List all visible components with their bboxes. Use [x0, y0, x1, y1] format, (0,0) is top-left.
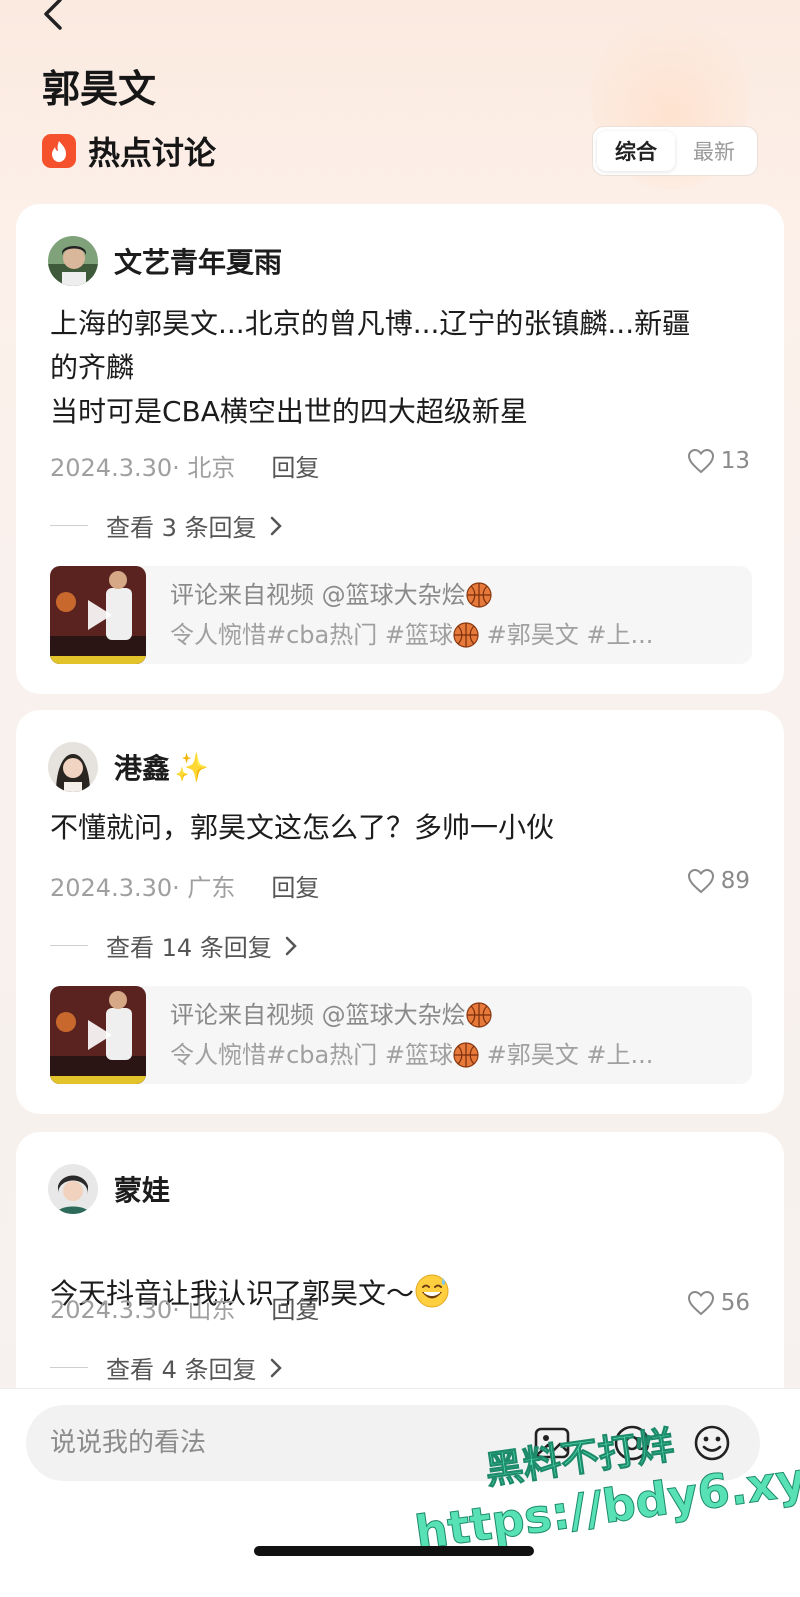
date-location: 2024.3.30· 广东 [50, 874, 236, 902]
avatar[interactable] [48, 236, 98, 286]
heart-icon [687, 1290, 714, 1316]
video-source: 评论来自视频 @篮球大杂烩 [170, 575, 653, 615]
comment-user: 文艺青年夏雨 [48, 236, 282, 286]
video-info: 评论来自视频 @篮球大杂烩 令人惋惜#cba热门 #篮球 #郭昊文 #上... [170, 575, 653, 655]
video-thumbnail [50, 986, 146, 1084]
comment-input-bar [0, 1388, 800, 1597]
video-source-box[interactable]: 评论来自视频 @篮球大杂烩 令人惋惜#cba热门 #篮球 #郭昊文 #上... [50, 566, 752, 664]
chevron-right-icon [285, 936, 297, 955]
chevron-right-icon [270, 1358, 282, 1377]
date-location: 2024.3.30· 山东 [50, 1296, 236, 1324]
comment-input[interactable] [50, 1405, 520, 1481]
video-thumbnail [50, 566, 146, 664]
view-replies-button[interactable]: 查看 3 条回复 [50, 508, 283, 543]
avatar[interactable] [48, 1164, 98, 1214]
basketball-icon [453, 622, 479, 648]
smile-icon[interactable] [692, 1423, 732, 1463]
chevron-left-icon [44, 0, 62, 30]
username[interactable]: 港鑫 [114, 747, 170, 787]
like-count: 89 [720, 868, 750, 894]
video-tags: 令人惋惜#cba热门 #篮球 #郭昊文 #上... [170, 1041, 654, 1069]
comment-user: 港鑫 ✨ [48, 742, 209, 792]
sort-option-comprehensive[interactable]: 综合 [597, 131, 675, 171]
heart-icon [687, 868, 714, 894]
comment-meta: 2024.3.30· 北京 回复 [50, 448, 319, 483]
comment-card: 蒙娃 今天抖音让我认识了郭昊文～ 2024.3.30· 山东 回复 56 查看 … [16, 1132, 784, 1432]
like-count: 56 [720, 1290, 750, 1316]
sort-toggle: 综合 最新 [592, 126, 758, 176]
like-count: 13 [720, 448, 750, 474]
like-button[interactable]: 89 [687, 868, 750, 894]
comment-card: 港鑫 ✨ 不懂就问，郭昊文这怎么了？多帅一小伙 2024.3.30· 广东 回复… [16, 710, 784, 1114]
section-title: 热点讨论 [88, 134, 217, 172]
video-tags: 令人惋惜#cba热门 #篮球 #郭昊文 #上... [170, 621, 654, 649]
comment-meta: 2024.3.30· 山东 回复 [50, 1290, 319, 1325]
view-replies-label: 查看 3 条回复 [106, 514, 257, 542]
comment-input-container [26, 1405, 760, 1481]
view-replies-button[interactable]: 查看 4 条回复 [50, 1350, 283, 1385]
sparkle-icon: ✨ [174, 750, 209, 784]
username[interactable]: 蒙娃 [114, 1169, 170, 1209]
video-info: 评论来自视频 @篮球大杂烩 令人惋惜#cba热门 #篮球 #郭昊文 #上... [170, 995, 653, 1075]
reply-button[interactable]: 回复 [271, 868, 319, 903]
view-replies-label: 查看 4 条回复 [106, 1356, 257, 1384]
like-button[interactable]: 56 [687, 1290, 750, 1316]
reply-button[interactable]: 回复 [271, 448, 319, 483]
avatar[interactable] [48, 742, 98, 792]
divider [50, 1367, 88, 1368]
basketball-icon [466, 582, 492, 608]
sort-option-latest[interactable]: 最新 [675, 131, 753, 171]
date-location: 2024.3.30· 北京 [50, 454, 236, 482]
heart-icon [687, 448, 714, 474]
home-indicator[interactable] [254, 1546, 534, 1556]
video-source: 评论来自视频 @篮球大杂烩 [170, 995, 653, 1035]
like-button[interactable]: 13 [687, 448, 750, 474]
section-header: 热点讨论 [42, 128, 216, 174]
flame-icon [42, 134, 76, 168]
image-icon[interactable] [532, 1423, 572, 1463]
view-replies-button[interactable]: 查看 14 条回复 [50, 928, 298, 963]
basketball-icon [466, 1002, 492, 1028]
view-replies-label: 查看 14 条回复 [106, 934, 272, 962]
video-source-box[interactable]: 评论来自视频 @篮球大杂烩 令人惋惜#cba热门 #篮球 #郭昊文 #上... [50, 986, 752, 1084]
grinning-sweat-emoji-icon [415, 1274, 449, 1308]
chevron-right-icon [270, 516, 282, 535]
basketball-icon [453, 1042, 479, 1068]
back-button[interactable] [34, 0, 74, 34]
page-title: 郭昊文 [42, 67, 157, 111]
at-icon[interactable] [612, 1423, 652, 1463]
comment-text: 不懂就问，郭昊文这怎么了？多帅一小伙 [50, 811, 555, 844]
comment-user: 蒙娃 [48, 1164, 170, 1214]
username[interactable]: 文艺青年夏雨 [114, 241, 282, 281]
comment-card: 文艺青年夏雨 上海的郭昊文...北京的曾凡博...辽宁的张镇麟...新疆 的齐麟… [16, 204, 784, 694]
divider [50, 525, 88, 526]
divider [50, 945, 88, 946]
comment-meta: 2024.3.30· 广东 回复 [50, 868, 319, 903]
reply-button[interactable]: 回复 [271, 1290, 319, 1325]
comment-text: 上海的郭昊文...北京的曾凡博...辽宁的张镇麟...新疆 的齐麟 当时可是CB… [50, 307, 691, 428]
